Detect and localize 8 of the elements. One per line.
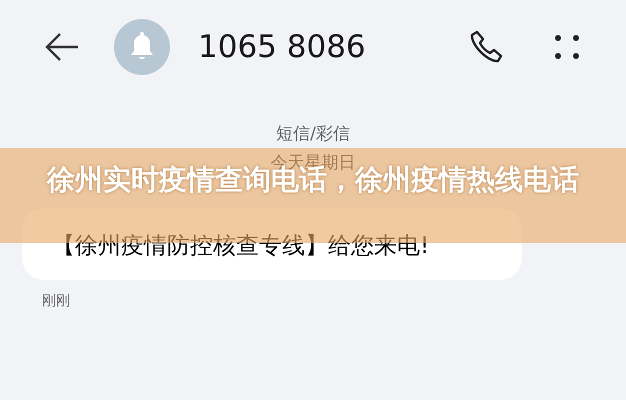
bell-avatar-icon bbox=[114, 19, 170, 75]
message-type-label: 短信/彩信 bbox=[276, 123, 350, 145]
more-icon[interactable] bbox=[552, 32, 582, 62]
back-icon[interactable] bbox=[44, 31, 80, 63]
message-time: 刚刚 bbox=[42, 292, 70, 310]
phone-icon[interactable] bbox=[468, 29, 504, 65]
message-bubble: 【徐州疫情防控核查专线】给您来电! bbox=[22, 208, 522, 280]
contact-number: 1065 8086 bbox=[198, 29, 367, 65]
